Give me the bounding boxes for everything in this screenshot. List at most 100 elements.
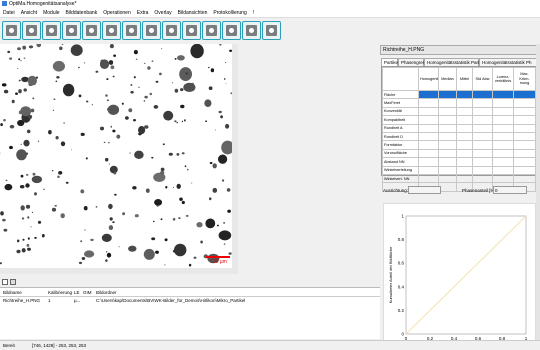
particle-button[interactable] bbox=[202, 21, 221, 40]
table-cell[interactable] bbox=[418, 89, 439, 100]
col-bildordner[interactable]: Bildordner bbox=[96, 290, 117, 295]
table-cell[interactable] bbox=[418, 106, 439, 117]
table-cell[interactable] bbox=[418, 98, 439, 108]
grid-view-icon[interactable] bbox=[10, 279, 16, 285]
menu-item-extra[interactable]: Extra bbox=[134, 9, 152, 18]
table-cell[interactable] bbox=[492, 157, 514, 167]
menu-item-[interactable]: ! bbox=[250, 9, 257, 18]
table-cell[interactable] bbox=[418, 140, 439, 150]
table-cell[interactable] bbox=[438, 165, 457, 175]
compare-button[interactable] bbox=[42, 21, 61, 40]
menu-item-operationen[interactable]: Operationen bbox=[100, 9, 134, 18]
table-cell[interactable] bbox=[456, 140, 473, 150]
col-gim[interactable]: GIM bbox=[83, 290, 92, 295]
table-row[interactable]: MaxFeret bbox=[382, 98, 536, 108]
table-cell[interactable] bbox=[456, 157, 473, 167]
table-cell[interactable] bbox=[492, 173, 514, 184]
table-row[interactable]: Konvexität bbox=[382, 106, 536, 117]
zoom-in-button[interactable] bbox=[102, 21, 121, 40]
menu-item-module[interactable]: Module bbox=[40, 9, 62, 18]
column-header[interactable]: Std Abw bbox=[472, 67, 493, 91]
save-button[interactable] bbox=[22, 21, 41, 40]
table-cell[interactable] bbox=[472, 89, 493, 100]
table-cell[interactable] bbox=[418, 123, 439, 133]
table-cell[interactable] bbox=[438, 89, 457, 100]
table-cell[interactable] bbox=[456, 123, 473, 133]
table-button[interactable] bbox=[242, 21, 261, 40]
table-cell[interactable] bbox=[472, 115, 493, 125]
column-header[interactable]: Homogenität bbox=[418, 67, 439, 91]
col-kalibrierung[interactable]: Kalibrierung bbox=[48, 290, 72, 295]
tool-button[interactable] bbox=[222, 21, 241, 40]
table-cell[interactable] bbox=[472, 98, 493, 108]
col-le[interactable]: LE bbox=[74, 290, 80, 295]
table-row[interactable]: Voronoifläche bbox=[382, 148, 536, 159]
table-cell[interactable] bbox=[456, 106, 473, 117]
column-header[interactable]: Lorenz-verhältnis bbox=[492, 67, 514, 91]
table-cell[interactable] bbox=[513, 123, 536, 133]
menu-item-ansicht[interactable]: Ansicht bbox=[18, 9, 40, 18]
table-cell[interactable] bbox=[438, 148, 457, 159]
table-cell[interactable] bbox=[513, 98, 536, 108]
table-row[interactable]: Richtreihe_H.PNG 1 µ... C:\Users\kap\Doc… bbox=[0, 297, 380, 305]
table-cell[interactable] bbox=[456, 98, 473, 108]
sliders-button[interactable] bbox=[82, 21, 101, 40]
table-cell[interactable] bbox=[472, 165, 493, 175]
table-cell[interactable] bbox=[438, 131, 457, 142]
table-row[interactable]: Kompaktheit bbox=[382, 115, 536, 125]
tab-homogenitaet-phase[interactable]: Homogenitätsstatistik Ph bbox=[479, 58, 540, 66]
column-header[interactable]: Mittel bbox=[456, 67, 473, 91]
table-cell[interactable] bbox=[418, 165, 439, 175]
micrograph-image[interactable] bbox=[0, 44, 235, 268]
phasenanteil-field[interactable]: 0 bbox=[493, 186, 527, 194]
table-cell[interactable] bbox=[456, 173, 473, 184]
table-cell[interactable] bbox=[492, 140, 514, 150]
table-cell[interactable] bbox=[418, 131, 439, 142]
table-cell[interactable] bbox=[456, 165, 473, 175]
zoom-out-button[interactable] bbox=[142, 21, 161, 40]
expand-button[interactable] bbox=[182, 21, 201, 40]
column-header[interactable] bbox=[382, 67, 419, 91]
table-cell[interactable] bbox=[492, 123, 514, 133]
table-cell[interactable] bbox=[513, 157, 536, 167]
table-cell[interactable] bbox=[456, 131, 473, 142]
fullscreen-button[interactable] bbox=[162, 21, 181, 40]
table-cell[interactable] bbox=[438, 173, 457, 184]
image-button[interactable] bbox=[2, 21, 21, 40]
table-row[interactable]: Fläche bbox=[382, 89, 536, 100]
table-cell[interactable] bbox=[492, 131, 514, 142]
ausrichtung-field[interactable] bbox=[408, 186, 441, 194]
table-cell[interactable] bbox=[472, 140, 493, 150]
table-cell[interactable] bbox=[513, 173, 536, 184]
table-cell[interactable] bbox=[438, 157, 457, 167]
table-cell[interactable] bbox=[492, 115, 514, 125]
menu-item-datei[interactable]: Datei bbox=[0, 9, 18, 18]
column-header[interactable]: Max. Krüm-mung bbox=[513, 67, 536, 91]
table-row[interactable]: Rundheit D bbox=[382, 131, 536, 142]
table-cell[interactable] bbox=[472, 106, 493, 117]
table-cell[interactable] bbox=[438, 98, 457, 108]
analyze-button[interactable] bbox=[62, 21, 81, 40]
tab-phasengrenze[interactable]: Phasengrenze bbox=[398, 58, 430, 66]
image-vertical-scrollbar[interactable] bbox=[232, 44, 238, 274]
table-cell[interactable] bbox=[492, 165, 514, 175]
table-cell[interactable] bbox=[472, 148, 493, 159]
menu-item-protokollierung[interactable]: Protokollierung bbox=[210, 9, 249, 18]
tab-partikel[interactable]: Partikel bbox=[381, 58, 399, 66]
table-cell[interactable] bbox=[456, 148, 473, 159]
table-cell[interactable] bbox=[456, 115, 473, 125]
statistics-table[interactable]: HomogenitätMedianMittelStd AbwLorenz-ver… bbox=[381, 66, 536, 192]
table-cell[interactable] bbox=[438, 140, 457, 150]
table-cell[interactable] bbox=[472, 157, 493, 167]
table-cell[interactable] bbox=[513, 89, 536, 100]
table-cell[interactable] bbox=[472, 123, 493, 133]
table-cell[interactable] bbox=[492, 89, 514, 100]
column-header[interactable]: Median bbox=[438, 67, 457, 91]
tab-homogenitaet-partikel[interactable]: Homogenitätsstatistik Partikel bbox=[424, 58, 486, 66]
table-cell[interactable] bbox=[438, 123, 457, 133]
col-bildname[interactable]: Bildname bbox=[3, 290, 22, 295]
table-cell[interactable] bbox=[492, 106, 514, 117]
table-cell[interactable] bbox=[418, 148, 439, 159]
table-cell[interactable] bbox=[492, 98, 514, 108]
table-cell[interactable] bbox=[438, 106, 457, 117]
